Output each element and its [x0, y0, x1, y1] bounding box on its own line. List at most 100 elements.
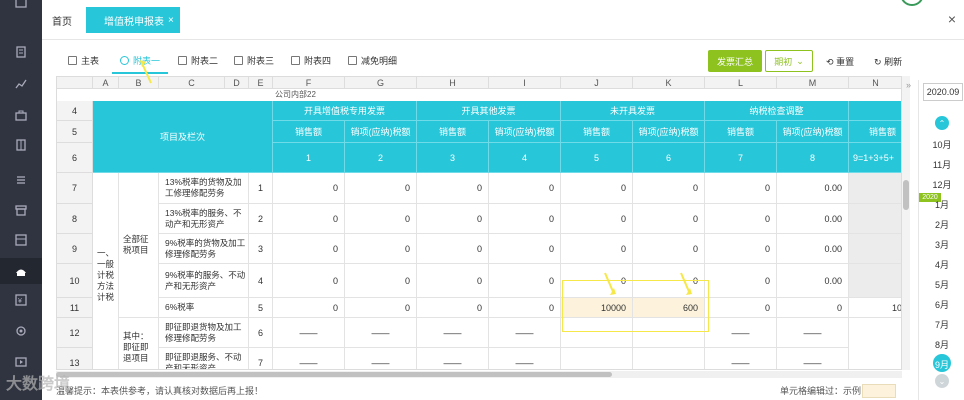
tab-home[interactable]: 首页	[52, 13, 72, 28]
building-icon[interactable]	[13, 137, 29, 153]
tab-schedule-2[interactable]: 附表二	[178, 54, 218, 67]
tab-main-sheet[interactable]: 主表	[68, 54, 99, 67]
month-item[interactable]: 9月	[919, 358, 964, 371]
vscroll-thumb[interactable]	[903, 180, 909, 210]
month-item[interactable]: 1月	[919, 198, 964, 211]
value-cell[interactable]	[561, 348, 633, 369]
horizontal-scrollbar[interactable]	[56, 371, 902, 378]
row-header-10[interactable]: 10	[57, 264, 93, 298]
value-cell[interactable]: 0	[705, 264, 777, 298]
document-icon[interactable]	[13, 44, 29, 60]
month-item[interactable]: 12月	[919, 178, 964, 191]
col-header-c[interactable]: C	[159, 77, 225, 89]
row-header-9[interactable]: 9	[57, 234, 93, 264]
value-cell[interactable]: 0	[345, 264, 417, 298]
row-header-11[interactable]: 11	[57, 298, 93, 318]
row-header-13[interactable]: 13	[57, 348, 93, 369]
store-icon[interactable]	[13, 202, 29, 218]
row-header-8[interactable]: 8	[57, 204, 93, 234]
chart-icon[interactable]	[13, 76, 29, 92]
briefcase-icon[interactable]	[13, 107, 29, 123]
value-cell[interactable]: 0.00	[777, 173, 849, 204]
col-header-f[interactable]: F	[273, 77, 345, 89]
value-cell[interactable]: ——	[489, 348, 561, 369]
value-cell[interactable]: 0	[633, 173, 705, 204]
value-cell[interactable]: 0	[417, 298, 489, 318]
year-month-input[interactable]: 2020.09	[923, 83, 963, 101]
value-cell[interactable]: 0	[705, 298, 777, 318]
col-header-e[interactable]: E	[249, 77, 273, 89]
scroll-up-icon[interactable]: ⌃	[935, 116, 949, 130]
value-cell[interactable]: 0	[561, 173, 633, 204]
collapse-picker-icon[interactable]: »	[906, 80, 911, 90]
value-cell[interactable]: 0	[273, 264, 345, 298]
value-cell[interactable]: 0	[489, 204, 561, 234]
value-cell[interactable]: ——	[417, 318, 489, 348]
month-item[interactable]: 5月	[919, 278, 964, 291]
value-cell[interactable]: 0.00	[777, 264, 849, 298]
settings-icon[interactable]	[13, 323, 29, 339]
col-header-l[interactable]: L	[705, 77, 777, 89]
value-cell[interactable]: ——	[273, 348, 345, 369]
col-header-j[interactable]: J	[561, 77, 633, 89]
spreadsheet[interactable]: A B C D E F G H I J K L M N 公司内部22 4 5 6…	[56, 76, 902, 370]
value-cell[interactable]: 0	[705, 234, 777, 264]
tab-schedule-4[interactable]: 附表四	[291, 54, 331, 67]
value-cell[interactable]: ——	[777, 318, 849, 348]
value-cell[interactable]: 0	[705, 204, 777, 234]
month-item[interactable]: 3月	[919, 238, 964, 251]
window-close-icon[interactable]: ×	[948, 11, 956, 27]
value-cell[interactable]: ——	[345, 348, 417, 369]
invoice-summary-button[interactable]: 发票汇总	[708, 50, 762, 72]
col-header-m[interactable]: M	[777, 77, 849, 89]
value-cell[interactable]: 0	[489, 173, 561, 204]
value-cell[interactable]: 0	[561, 204, 633, 234]
value-cell[interactable]: 0	[417, 234, 489, 264]
month-item[interactable]: 8月	[919, 338, 964, 351]
period-dropdown[interactable]: 期初 ⌄	[765, 50, 813, 72]
vertical-scrollbar[interactable]	[902, 76, 910, 370]
month-item[interactable]: 10月	[919, 138, 964, 151]
value-cell[interactable]: 0	[561, 234, 633, 264]
row-header-12[interactable]: 12	[57, 318, 93, 348]
table-icon[interactable]	[13, 232, 29, 248]
tab-exemption-detail[interactable]: 减免明细	[348, 54, 397, 67]
value-cell[interactable]: 0	[345, 204, 417, 234]
value-cell[interactable]: 0	[345, 173, 417, 204]
tab-schedule-3[interactable]: 附表三	[234, 54, 274, 67]
value-cell[interactable]: 0	[345, 234, 417, 264]
col-header-k[interactable]: K	[633, 77, 705, 89]
value-cell[interactable]: 0	[345, 298, 417, 318]
value-cell[interactable]: ——	[417, 348, 489, 369]
n-cell-11[interactable]: 10	[849, 298, 901, 318]
month-item[interactable]: 11月	[919, 158, 964, 171]
hscroll-thumb[interactable]	[56, 372, 612, 377]
value-cell[interactable]: ——	[705, 318, 777, 348]
value-cell[interactable]: 0	[489, 264, 561, 298]
tax-icon[interactable]	[13, 263, 29, 279]
col-header-h[interactable]: H	[417, 77, 489, 89]
col-header-a[interactable]: A	[93, 77, 119, 89]
value-cell[interactable]: 0	[417, 204, 489, 234]
refresh-button[interactable]: ↻ 刷新	[874, 55, 902, 68]
col-header-i[interactable]: I	[489, 77, 561, 89]
home-menu-icon[interactable]	[13, 0, 29, 10]
month-item[interactable]: 6月	[919, 298, 964, 311]
value-cell[interactable]: ——	[777, 348, 849, 369]
value-cell[interactable]: ——	[705, 348, 777, 369]
value-cell[interactable]: 0	[633, 204, 705, 234]
month-item[interactable]: 7月	[919, 318, 964, 331]
value-cell[interactable]: 0	[417, 264, 489, 298]
value-cell[interactable]: 0.00	[777, 204, 849, 234]
value-cell[interactable]: 0	[633, 234, 705, 264]
month-item[interactable]: 2月	[919, 218, 964, 231]
col-header-n[interactable]: N	[849, 77, 901, 89]
month-item[interactable]: 4月	[919, 258, 964, 271]
col-header-d[interactable]: D	[225, 77, 249, 89]
list-icon[interactable]	[13, 172, 29, 188]
value-cell[interactable]: 0	[777, 298, 849, 318]
report-icon[interactable]: ¥	[13, 292, 29, 308]
row-header-7[interactable]: 7	[57, 173, 93, 204]
value-cell[interactable]: 0	[705, 173, 777, 204]
value-cell[interactable]	[633, 348, 705, 369]
